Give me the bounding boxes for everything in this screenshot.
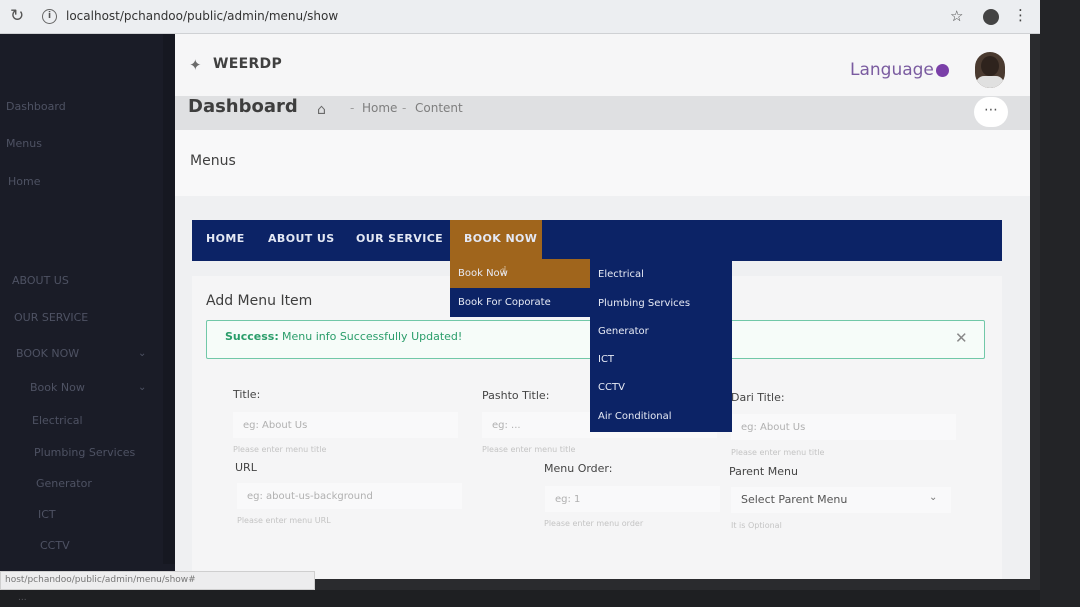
chevron-down-icon: ⌄ (138, 382, 147, 393)
sidebar-item-home[interactable]: Home (8, 175, 40, 188)
submenu-item-ict[interactable]: ICT (598, 354, 614, 365)
title-label: Title: (233, 388, 261, 401)
pashto-title-hint: Please enter menu title (482, 445, 576, 454)
browser-toolbar: ↻ i localhost/pchandoo/public/admin/menu… (0, 0, 1040, 34)
dropdown-item-book-now[interactable]: Book Now ☝ (450, 259, 590, 288)
info-icon[interactable]: i (42, 9, 57, 24)
sidebar-subitem-book-now[interactable]: Book Now (30, 381, 85, 394)
menu-order-hint: Please enter menu order (544, 519, 644, 528)
logo-icon: ✦ (189, 56, 202, 74)
url-label: URL (235, 461, 257, 474)
nav-link-our-service[interactable]: OUR SERVICE (356, 232, 443, 245)
sidebar-item-about-us[interactable]: ABOUT US (12, 274, 69, 287)
avatar-shirt (976, 76, 1004, 88)
chevron-down-icon: ⌄ (138, 348, 147, 359)
sidebar-subitem-electrical[interactable]: Electrical (32, 414, 83, 427)
sidebar-item-book-now[interactable]: BOOK NOW (16, 347, 79, 360)
status-url: host/pchandoo/public/admin/menu/show# (0, 571, 315, 590)
nav-link-home[interactable]: HOME (206, 232, 245, 245)
hand-cursor-icon: ☝ (500, 264, 507, 277)
menu-preview-navbar: HOME ABOUT US OUR SERVICE BOOK NOW (192, 220, 1002, 261)
submenu-item-cctv[interactable]: CCTV (598, 382, 625, 393)
account-icon[interactable] (983, 9, 999, 25)
sidebar-subitem-generator[interactable]: Generator (36, 477, 92, 490)
nav-link-about-us[interactable]: ABOUT US (268, 232, 335, 245)
globe-icon[interactable] (936, 64, 949, 77)
dari-title-label: Dari Title: (731, 391, 785, 404)
taskbar-text: ... (18, 593, 27, 603)
top-header: ✦ WEERDP Language (175, 34, 1030, 96)
subheader (175, 96, 1030, 130)
close-icon[interactable]: ✕ (955, 329, 968, 347)
star-icon[interactable]: ☆ (950, 7, 963, 25)
taskbar (0, 590, 1040, 607)
parent-menu-select[interactable]: Select Parent Menu (731, 487, 951, 513)
title-input[interactable] (233, 412, 458, 438)
parent-menu-hint: It is Optional (731, 521, 782, 530)
dari-title-hint: Please enter menu title (731, 448, 825, 457)
page-title: Dashboard (188, 96, 298, 117)
pashto-title-label: Pashto Title: (482, 389, 550, 402)
chevron-down-icon[interactable]: ⌄ (929, 492, 937, 503)
menu-order-label: Menu Order: (544, 462, 613, 475)
screen-bezel (1040, 0, 1080, 607)
sidebar-item-our-service[interactable]: OUR SERVICE (14, 311, 88, 324)
submenu-item-generator[interactable]: Generator (598, 326, 649, 337)
dropdown-menu: Book Now ☝ Book For Coporate (450, 259, 590, 317)
avatar-face (981, 56, 999, 76)
language-selector[interactable]: Language (850, 60, 934, 80)
sidebar-subitem-ict[interactable]: ICT (38, 508, 56, 521)
more-options-button[interactable]: ⋯ (974, 97, 1008, 127)
sidebar-subitem-plumbing[interactable]: Plumbing Services (34, 446, 135, 459)
sidebar-item-dashboard[interactable]: Dashboard (6, 100, 66, 113)
sidebar-item-menus[interactable]: Menus (6, 137, 42, 150)
dropdown-item-book-for-coporate[interactable]: Book For Coporate (450, 288, 590, 317)
title-hint: Please enter menu title (233, 445, 327, 454)
form-title: Add Menu Item (206, 293, 313, 309)
submenu-item-air-conditional[interactable]: Air Conditional (598, 411, 672, 422)
section-title: Menus (190, 153, 236, 169)
breadcrumb-separator: - (350, 101, 355, 115)
sidebar-subitem-cctv[interactable]: CCTV (40, 539, 70, 552)
browser-menu-icon[interactable]: ⋮ (1013, 6, 1028, 24)
main-content: ✦ WEERDP Language Dashboard ⌂ - Home - C… (175, 34, 1030, 579)
sidebar-edge (163, 34, 175, 564)
alert-label: Success: (225, 330, 279, 343)
nav-link-book-now[interactable]: BOOK NOW (464, 232, 537, 245)
breadcrumb-home[interactable]: Home (362, 101, 397, 115)
breadcrumb-separator: - (402, 101, 407, 115)
address-bar[interactable]: localhost/pchandoo/public/admin/menu/sho… (66, 9, 338, 23)
menu-order-input[interactable] (545, 486, 720, 512)
breadcrumb-content[interactable]: Content (415, 101, 463, 115)
url-input[interactable] (237, 483, 462, 509)
alert-message: Menu info Successfully Updated! (282, 330, 463, 343)
sidebar: Dashboard Menus Home ABOUT US OUR SERVIC… (0, 34, 175, 579)
submenu-item-plumbing[interactable]: Plumbing Services (598, 298, 690, 309)
submenu-item-electrical[interactable]: Electrical (598, 269, 644, 280)
avatar[interactable] (975, 52, 1005, 88)
logo-text[interactable]: WEERDP (213, 56, 282, 72)
reload-icon[interactable]: ↻ (10, 6, 24, 26)
menus-card (175, 130, 1030, 196)
submenu: Electrical Plumbing Services Generator I… (590, 259, 732, 432)
parent-menu-label: Parent Menu (729, 465, 798, 478)
url-hint: Please enter menu URL (237, 516, 331, 525)
home-icon[interactable]: ⌂ (317, 102, 326, 118)
dari-title-input[interactable] (731, 414, 956, 440)
